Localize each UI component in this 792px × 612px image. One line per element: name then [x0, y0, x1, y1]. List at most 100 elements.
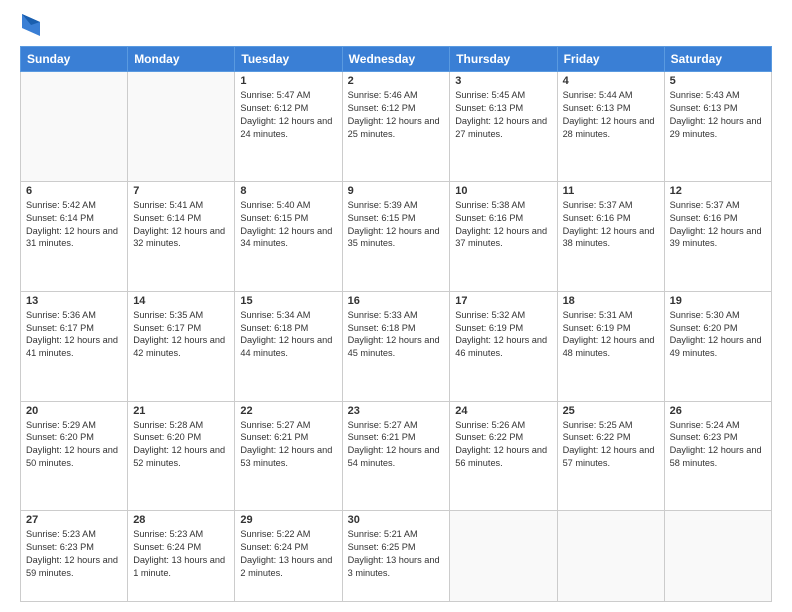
- calendar-cell: 21 Sunrise: 5:28 AM Sunset: 6:20 PM Dayli…: [128, 401, 235, 511]
- day-info: Sunrise: 5:43 AM Sunset: 6:13 PM Dayligh…: [670, 89, 766, 141]
- calendar-cell: 20 Sunrise: 5:29 AM Sunset: 6:20 PM Dayli…: [21, 401, 128, 511]
- day-number: 19: [670, 295, 766, 307]
- calendar-cell: 25 Sunrise: 5:25 AM Sunset: 6:22 PM Dayli…: [557, 401, 664, 511]
- day-number: 17: [455, 295, 551, 307]
- day-number: 14: [133, 295, 229, 307]
- calendar-cell: 10 Sunrise: 5:38 AM Sunset: 6:16 PM Dayli…: [450, 181, 557, 291]
- day-number: 2: [348, 75, 445, 87]
- day-number: 9: [348, 185, 445, 197]
- day-number: 16: [348, 295, 445, 307]
- day-info: Sunrise: 5:45 AM Sunset: 6:13 PM Dayligh…: [455, 89, 551, 141]
- calendar-cell: 24 Sunrise: 5:26 AM Sunset: 6:22 PM Dayli…: [450, 401, 557, 511]
- week-row-3: 13 Sunrise: 5:36 AM Sunset: 6:17 PM Dayli…: [21, 291, 772, 401]
- logo-icon: [22, 14, 40, 36]
- day-number: 7: [133, 185, 229, 197]
- calendar-cell: [664, 511, 771, 602]
- day-number: 22: [240, 405, 336, 417]
- calendar-cell: 30 Sunrise: 5:21 AM Sunset: 6:25 PM Dayli…: [342, 511, 450, 602]
- calendar-table: SundayMondayTuesdayWednesdayThursdayFrid…: [20, 46, 772, 602]
- calendar-cell: 22 Sunrise: 5:27 AM Sunset: 6:21 PM Dayli…: [235, 401, 342, 511]
- logo: [20, 18, 40, 36]
- day-info: Sunrise: 5:32 AM Sunset: 6:19 PM Dayligh…: [455, 309, 551, 361]
- day-info: Sunrise: 5:37 AM Sunset: 6:16 PM Dayligh…: [670, 199, 766, 251]
- day-number: 24: [455, 405, 551, 417]
- day-number: 21: [133, 405, 229, 417]
- calendar-cell: [21, 72, 128, 182]
- day-info: Sunrise: 5:34 AM Sunset: 6:18 PM Dayligh…: [240, 309, 336, 361]
- calendar-cell: 29Sunrise: 5:22 AM Sunset: 6:24 PM Dayli…: [235, 511, 342, 602]
- day-number: 26: [670, 405, 766, 417]
- calendar-cell: 15 Sunrise: 5:34 AM Sunset: 6:18 PM Dayli…: [235, 291, 342, 401]
- day-info: Sunrise: 5:28 AM Sunset: 6:20 PM Dayligh…: [133, 419, 229, 471]
- calendar-cell: 12 Sunrise: 5:37 AM Sunset: 6:16 PM Dayli…: [664, 181, 771, 291]
- day-number: 12: [670, 185, 766, 197]
- day-info: Sunrise: 5:31 AM Sunset: 6:19 PM Dayligh…: [563, 309, 659, 361]
- day-info: Sunrise: 5:36 AM Sunset: 6:17 PM Dayligh…: [26, 309, 122, 361]
- calendar-cell: 18Sunrise: 5:31 AM Sunset: 6:19 PM Dayli…: [557, 291, 664, 401]
- header: [20, 18, 772, 36]
- calendar-cell: 11 Sunrise: 5:37 AM Sunset: 6:16 PM Dayli…: [557, 181, 664, 291]
- day-number: 23: [348, 405, 445, 417]
- day-number: 28: [133, 514, 229, 526]
- weekday-header-thursday: Thursday: [450, 47, 557, 72]
- day-number: 30: [348, 514, 445, 526]
- day-info: Sunrise: 5:21 AM Sunset: 6:25 PM Dayligh…: [348, 528, 445, 580]
- day-number: 20: [26, 405, 122, 417]
- week-row-4: 20 Sunrise: 5:29 AM Sunset: 6:20 PM Dayli…: [21, 401, 772, 511]
- day-number: 10: [455, 185, 551, 197]
- day-info: Sunrise: 5:23 AM Sunset: 6:24 PM Dayligh…: [133, 528, 229, 580]
- weekday-header-sunday: Sunday: [21, 47, 128, 72]
- calendar-cell: 26Sunrise: 5:24 AM Sunset: 6:23 PM Dayli…: [664, 401, 771, 511]
- day-number: 4: [563, 75, 659, 87]
- day-number: 13: [26, 295, 122, 307]
- calendar-cell: 8 Sunrise: 5:40 AM Sunset: 6:15 PM Daylig…: [235, 181, 342, 291]
- day-info: Sunrise: 5:23 AM Sunset: 6:23 PM Dayligh…: [26, 528, 122, 580]
- day-number: 8: [240, 185, 336, 197]
- calendar-cell: 5 Sunrise: 5:43 AM Sunset: 6:13 PM Daylig…: [664, 72, 771, 182]
- weekday-header-monday: Monday: [128, 47, 235, 72]
- page: SundayMondayTuesdayWednesdayThursdayFrid…: [0, 0, 792, 612]
- day-number: 5: [670, 75, 766, 87]
- day-info: Sunrise: 5:35 AM Sunset: 6:17 PM Dayligh…: [133, 309, 229, 361]
- calendar-cell: 6 Sunrise: 5:42 AM Sunset: 6:14 PM Daylig…: [21, 181, 128, 291]
- day-info: Sunrise: 5:42 AM Sunset: 6:14 PM Dayligh…: [26, 199, 122, 251]
- calendar-cell: 3Sunrise: 5:45 AM Sunset: 6:13 PM Daylig…: [450, 72, 557, 182]
- calendar-cell: 13 Sunrise: 5:36 AM Sunset: 6:17 PM Dayli…: [21, 291, 128, 401]
- day-info: Sunrise: 5:29 AM Sunset: 6:20 PM Dayligh…: [26, 419, 122, 471]
- weekday-header-friday: Friday: [557, 47, 664, 72]
- weekday-header-saturday: Saturday: [664, 47, 771, 72]
- day-number: 15: [240, 295, 336, 307]
- day-info: Sunrise: 5:44 AM Sunset: 6:13 PM Dayligh…: [563, 89, 659, 141]
- calendar-cell: [557, 511, 664, 602]
- day-info: Sunrise: 5:30 AM Sunset: 6:20 PM Dayligh…: [670, 309, 766, 361]
- calendar-cell: 16 Sunrise: 5:33 AM Sunset: 6:18 PM Dayli…: [342, 291, 450, 401]
- weekday-header-row: SundayMondayTuesdayWednesdayThursdayFrid…: [21, 47, 772, 72]
- day-info: Sunrise: 5:47 AM Sunset: 6:12 PM Dayligh…: [240, 89, 336, 141]
- weekday-header-wednesday: Wednesday: [342, 47, 450, 72]
- calendar-cell: 19 Sunrise: 5:30 AM Sunset: 6:20 PM Dayli…: [664, 291, 771, 401]
- day-info: Sunrise: 5:41 AM Sunset: 6:14 PM Dayligh…: [133, 199, 229, 251]
- weekday-header-tuesday: Tuesday: [235, 47, 342, 72]
- week-row-1: 1 Sunrise: 5:47 AM Sunset: 6:12 PM Daylig…: [21, 72, 772, 182]
- day-number: 1: [240, 75, 336, 87]
- day-number: 6: [26, 185, 122, 197]
- day-number: 25: [563, 405, 659, 417]
- day-number: 11: [563, 185, 659, 197]
- day-info: Sunrise: 5:40 AM Sunset: 6:15 PM Dayligh…: [240, 199, 336, 251]
- day-info: Sunrise: 5:37 AM Sunset: 6:16 PM Dayligh…: [563, 199, 659, 251]
- day-number: 27: [26, 514, 122, 526]
- calendar-cell: 27 Sunrise: 5:23 AM Sunset: 6:23 PM Dayli…: [21, 511, 128, 602]
- calendar-cell: 9Sunrise: 5:39 AM Sunset: 6:15 PM Daylig…: [342, 181, 450, 291]
- calendar-cell: 17 Sunrise: 5:32 AM Sunset: 6:19 PM Dayli…: [450, 291, 557, 401]
- day-info: Sunrise: 5:26 AM Sunset: 6:22 PM Dayligh…: [455, 419, 551, 471]
- calendar-cell: [450, 511, 557, 602]
- calendar-cell: 28 Sunrise: 5:23 AM Sunset: 6:24 PM Dayli…: [128, 511, 235, 602]
- week-row-2: 6 Sunrise: 5:42 AM Sunset: 6:14 PM Daylig…: [21, 181, 772, 291]
- day-info: Sunrise: 5:38 AM Sunset: 6:16 PM Dayligh…: [455, 199, 551, 251]
- calendar-cell: 14 Sunrise: 5:35 AM Sunset: 6:17 PM Dayli…: [128, 291, 235, 401]
- day-info: Sunrise: 5:27 AM Sunset: 6:21 PM Dayligh…: [240, 419, 336, 471]
- day-info: Sunrise: 5:27 AM Sunset: 6:21 PM Dayligh…: [348, 419, 445, 471]
- day-info: Sunrise: 5:33 AM Sunset: 6:18 PM Dayligh…: [348, 309, 445, 361]
- day-info: Sunrise: 5:22 AM Sunset: 6:24 PM Dayligh…: [240, 528, 336, 580]
- day-info: Sunrise: 5:25 AM Sunset: 6:22 PM Dayligh…: [563, 419, 659, 471]
